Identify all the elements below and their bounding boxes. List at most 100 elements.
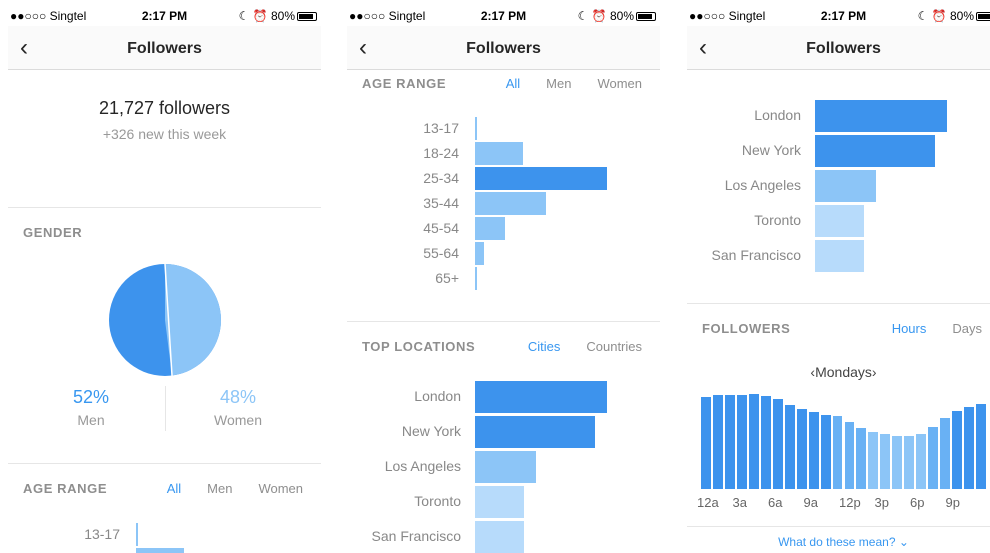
- location-label: Los Angeles: [724, 177, 801, 193]
- phone-screen-1: ●●○○○ Singtel 2:17 PM ☾ ⏰ 80% ‹ Follower…: [8, 0, 321, 553]
- tab-cities[interactable]: Cities: [528, 339, 561, 354]
- gender-heading: GENDER: [23, 225, 83, 240]
- age-row: 25-34: [347, 166, 660, 191]
- hour-bar: [808, 412, 819, 489]
- tab-men[interactable]: Men: [207, 481, 232, 496]
- age-range-tabs: All Men Women: [480, 76, 642, 91]
- top-locations-heading: TOP LOCATIONS Cities Countries: [362, 339, 650, 359]
- women-label: Women: [214, 412, 262, 428]
- hour-bar: [784, 405, 795, 489]
- age-range-tabs: All Men Women: [141, 481, 303, 496]
- age-row: 13-17: [8, 522, 321, 547]
- location-bar: [815, 170, 876, 202]
- hour-bar: [760, 396, 771, 489]
- hour-bar: [712, 395, 723, 489]
- hour-bar: [940, 418, 951, 489]
- tab-women[interactable]: Women: [258, 481, 303, 496]
- age-row: 55-64: [347, 241, 660, 266]
- location-row: London: [347, 380, 660, 414]
- hour-tick-label: 9p: [945, 495, 960, 510]
- location-row: San Francisco: [687, 239, 990, 273]
- location-row: Toronto: [347, 485, 660, 519]
- hour-bar: [772, 399, 783, 489]
- day-selector[interactable]: ‹Mondays›: [687, 364, 990, 380]
- battery-icon: [297, 12, 317, 21]
- age-label: 25-34: [423, 170, 459, 186]
- page-title: Followers: [466, 40, 541, 57]
- location-label: Toronto: [754, 212, 801, 228]
- tab-hours[interactable]: Hours: [892, 321, 927, 336]
- follower-total: 21,727 followers: [98, 98, 231, 118]
- hour-bar: [736, 395, 747, 489]
- hour-bar: [904, 436, 915, 489]
- location-bar: [475, 521, 524, 553]
- location-label: San Francisco: [371, 528, 461, 544]
- location-row: Toronto: [687, 204, 990, 238]
- hour-tick-label: 3a: [732, 495, 747, 510]
- location-bar: [815, 100, 947, 132]
- location-row: New York: [687, 134, 990, 168]
- status-bar: ●●○○○ Singtel 2:17 PM ☾ ⏰ 80%: [687, 0, 990, 26]
- location-label: San Francisco: [711, 247, 801, 263]
- hour-bar: [916, 434, 927, 489]
- age-row: 45-54: [347, 216, 660, 241]
- tab-days[interactable]: Days: [952, 321, 982, 336]
- phone-screen-3: ●●○○○ Singtel 2:17 PM ☾ ⏰ 80% ‹ Follower…: [687, 0, 990, 553]
- location-bar: [475, 451, 536, 483]
- age-bar: [475, 142, 523, 165]
- page-title: Followers: [806, 40, 881, 57]
- age-label: 13-17: [423, 120, 459, 136]
- nav-bar: ‹ Followers: [687, 26, 990, 70]
- location-row: San Francisco: [347, 520, 660, 553]
- age-range-heading: AGE RANGE All Men Women: [362, 76, 650, 96]
- location-row: Los Angeles: [687, 169, 990, 203]
- help-link[interactable]: What do these mean? ⌄: [687, 535, 990, 549]
- followers-time-title: FOLLOWERS: [702, 321, 791, 336]
- hour-bar: [952, 411, 963, 489]
- age-row: 35-44: [347, 191, 660, 216]
- locations-tabs: Cities Countries: [502, 339, 642, 354]
- tab-women[interactable]: Women: [597, 76, 642, 91]
- hour-bar: [976, 404, 986, 489]
- followers-time-heading: FOLLOWERS Hours Days: [702, 321, 990, 341]
- men-label: Men: [77, 412, 105, 428]
- hour-bar: [701, 397, 711, 489]
- location-row: London: [687, 99, 990, 133]
- hour-bar: [724, 395, 735, 489]
- hour-bar: [880, 434, 891, 489]
- age-row: 13-17: [347, 116, 660, 141]
- divider: [8, 463, 321, 464]
- men-percentage: 52%: [72, 387, 110, 407]
- location-row: New York: [347, 415, 660, 449]
- tab-all[interactable]: All: [167, 481, 181, 496]
- tab-all[interactable]: All: [506, 76, 520, 91]
- followers-time-tabs: Hours Days: [866, 321, 982, 336]
- age-bar: [475, 192, 546, 215]
- tab-men[interactable]: Men: [546, 76, 571, 91]
- hour-tick-label: 6a: [768, 495, 783, 510]
- battery-indicator: ☾ ⏰ 80%: [918, 9, 990, 23]
- age-row: 65+: [347, 266, 660, 291]
- battery-label: 80%: [609, 9, 634, 23]
- divider: [8, 207, 321, 208]
- location-bar: [475, 486, 524, 518]
- hour-tick-label: 12p: [839, 495, 861, 510]
- age-label: 65+: [435, 270, 459, 286]
- hour-tick-label: 12a: [697, 495, 719, 510]
- top-locations-title: TOP LOCATIONS: [362, 339, 476, 354]
- age-label: 18-24: [423, 145, 459, 161]
- tab-countries[interactable]: Countries: [586, 339, 642, 354]
- hour-bar: [868, 432, 879, 489]
- age-row: [8, 547, 321, 553]
- follower-new-this-week: +326 new this week: [102, 126, 227, 142]
- divider: [687, 303, 990, 304]
- status-bar: ●●○○○ Singtel 2:17 PM ☾ ⏰ 80%: [347, 0, 660, 26]
- age-bar: [475, 117, 477, 140]
- hour-bar: [892, 436, 903, 489]
- age-bar: [475, 242, 484, 265]
- location-bar: [475, 416, 595, 448]
- divider: [347, 321, 660, 322]
- location-row: Los Angeles: [347, 450, 660, 484]
- location-label: Toronto: [414, 493, 461, 509]
- location-label: New York: [741, 142, 801, 158]
